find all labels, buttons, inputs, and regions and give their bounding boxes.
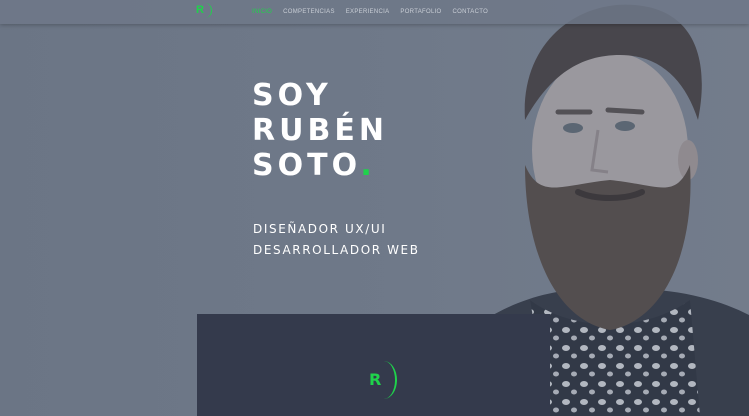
logo[interactable]: R [196,3,214,20]
hero-headline: SOY RUBÉN SOTO. [252,78,388,183]
nav-item-contacto[interactable]: CONTACTO [453,9,489,15]
role-designer: DISEÑADOR UX/UI [253,222,387,236]
main-nav: INICIO COMPETENCIAS EXPERIENCIA PORTAFOL… [252,0,488,24]
nav-item-experiencia[interactable]: EXPERIENCIA [346,9,390,15]
role-developer: DESARROLLADOR WEB [253,243,420,257]
headline-line-1: SOY [252,78,332,113]
headline-line-2: RUBÉN [252,113,388,148]
nav-item-competencias[interactable]: COMPETENCIAS [283,9,335,15]
card-logo-arc-icon [371,361,397,399]
card-logo: R [369,361,397,399]
nav-item-portafolio[interactable]: PORTAFOLIO [400,9,441,15]
headline-name: SOTO [252,148,361,183]
nav-item-inicio[interactable]: INICIO [252,9,272,15]
intro-card: R [197,314,550,416]
logo-arc-icon [199,3,212,18]
accent-dot: . [360,148,376,183]
hero-roles: DISEÑADOR UX/UI DESARROLLADOR WEB [253,219,420,261]
headline-line-3: SOTO. [252,148,388,183]
top-navbar: R INICIO COMPETENCIAS EXPERIENCIA PORTAF… [0,0,749,24]
